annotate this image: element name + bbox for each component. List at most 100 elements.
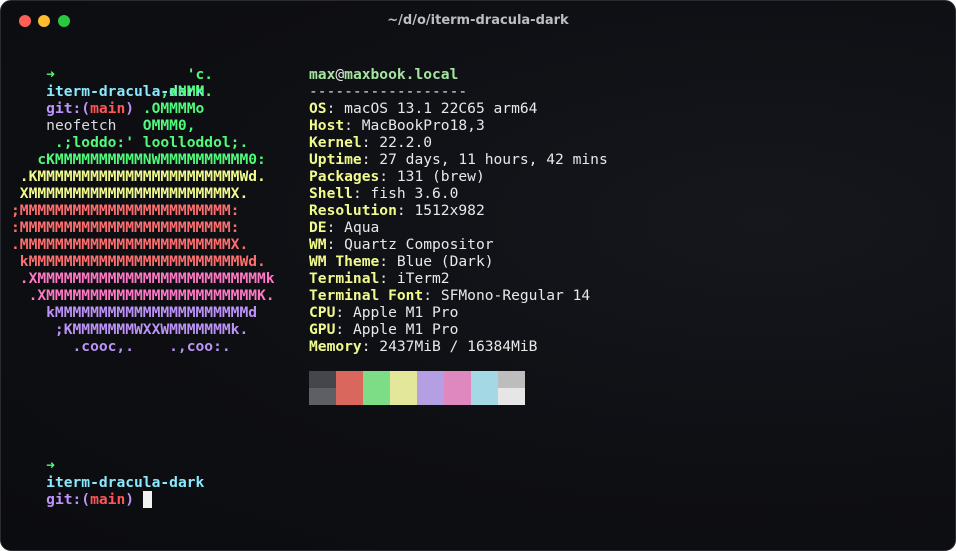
ascii-logo-line: kMMMMMMMMMMMMMMMMMMMMMMd [11, 304, 258, 321]
prompt-line-2[interactable]: ➜ iterm-dracula-dark git:(main) [11, 440, 204, 508]
palette-swatch [309, 388, 336, 405]
ascii-logo-line: :MMMMMMMMMMMMMMMMMMMMMMMM: [11, 219, 240, 236]
info-row: Packages: 131 (brew) [309, 168, 485, 185]
info-row: Shell: fish 3.6.0 [309, 185, 458, 202]
palette-swatch [471, 371, 498, 388]
info-row: Uptime: 27 days, 11 hours, 42 mins [309, 151, 608, 168]
ascii-logo-line: ;MMMMMMMMMMMMMMMMMMMMMMMM: [11, 202, 240, 219]
palette-swatch [390, 388, 417, 405]
text-cursor[interactable] [143, 491, 153, 508]
palette-swatch [309, 371, 336, 388]
info-colon: : [326, 100, 345, 117]
info-separator: ------------------ [309, 83, 468, 100]
info-key: WM Theme [309, 253, 380, 270]
title-bar: ~/d/o/iterm-dracula-dark [1, 1, 955, 41]
ascii-logo-line: kMMMMMMMMMMMMMMMMMMMMMMMMWd. [11, 253, 266, 270]
prompt-line-1: ➜ iterm-dracula-dark git:(main) neofetch [11, 49, 204, 134]
prompt-directory: iterm-dracula-dark [46, 474, 205, 491]
info-key: WM [309, 236, 327, 253]
ascii-logo-line: .MMMMMMMMMMMMMMMMMMMMMMMMX. [11, 236, 249, 253]
info-colon: : [326, 219, 345, 236]
info-key: Memory [309, 338, 362, 355]
prompt-arrow-icon: ➜ [46, 457, 55, 474]
palette-swatch [417, 388, 444, 405]
info-value: 27 days, 11 hours, 42 mins [379, 151, 608, 168]
info-key: DE [309, 219, 327, 236]
info-row: DE: Aqua [309, 219, 379, 236]
info-colon: : [352, 185, 371, 202]
info-value: iTerm2 [396, 270, 450, 287]
ascii-logo-line: .OMMMMo [11, 100, 205, 117]
info-key: Kernel [309, 134, 362, 151]
info-key: GPU [309, 321, 336, 338]
info-key: Terminal [309, 270, 380, 287]
prompt-git-prefix: git:( [46, 491, 91, 508]
info-row: Terminal: iTerm2 [309, 270, 450, 287]
info-value: Apple M1 Pro [352, 304, 459, 321]
ascii-logo-line: .XMMMMMMMMMMMMMMMMMMMMMMMMK. [11, 287, 275, 304]
info-colon: : [326, 236, 345, 253]
info-row: GPU: Apple M1 Pro [309, 321, 458, 338]
at-sign: @ [335, 66, 345, 83]
info-colon: : [335, 321, 353, 338]
terminal-window: ~/d/o/iterm-dracula-dark ➜ iterm-dracula… [0, 0, 956, 551]
info-colon: : [344, 117, 362, 134]
palette-swatch [336, 388, 363, 405]
info-value: SFMono-Regular 14 [440, 287, 591, 304]
info-colon: : [335, 304, 353, 321]
color-palette [309, 371, 525, 405]
info-value: Aqua [344, 219, 380, 236]
ascii-logo-line: XMMMMMMMMMMMMMMMMMMMMMMMX. [11, 185, 249, 202]
palette-swatch [336, 371, 363, 388]
prompt-branch: main [90, 491, 126, 508]
ascii-logo-line: .KMMMMMMMMMMMMMMMMMMMMMMMWd. [11, 168, 266, 185]
info-value: 22.2.0 [379, 134, 433, 151]
info-row: Terminal Font: SFMono-Regular 14 [309, 287, 590, 304]
info-colon: : [423, 287, 441, 304]
info-row: WM Theme: Blue (Dark) [309, 253, 494, 270]
ascii-logo-line: .cooc,. .,coo:. [11, 338, 231, 355]
info-row: CPU: Apple M1 Pro [309, 304, 458, 321]
info-key: Uptime [309, 151, 362, 168]
ascii-logo-line: .XMMMMMMMMMMMMMMMMMMMMMMMMMMk [11, 270, 275, 287]
ascii-logo-line: ;KMMMMMMMWXXWMMMMMMMk. [11, 321, 249, 338]
palette-swatch [471, 388, 498, 405]
palette-swatch [363, 371, 390, 388]
palette-swatch [444, 371, 471, 388]
prompt-git-suffix: ) [125, 491, 135, 508]
user-host: max@maxbook.local [309, 66, 458, 83]
info-colon: : [361, 338, 380, 355]
info-value: Quartz Compositor [344, 236, 494, 253]
info-key: Packages [309, 168, 380, 185]
info-key: Terminal Font [309, 287, 424, 304]
info-colon: : [396, 202, 415, 219]
info-row: Resolution: 1512x982 [309, 202, 485, 219]
palette-swatch [498, 371, 525, 388]
info-colon: : [361, 134, 380, 151]
info-value: fish 3.6.0 [370, 185, 459, 202]
palette-swatch [417, 371, 444, 388]
info-value: 1512x982 [414, 202, 485, 219]
palette-swatch [498, 388, 525, 405]
info-colon: : [379, 168, 397, 185]
info-row: Kernel: 22.2.0 [309, 134, 432, 151]
user-name: max [309, 66, 336, 83]
info-key: Resolution [309, 202, 397, 219]
info-value: MacBookPro18,3 [361, 117, 485, 134]
info-value: 131 (brew) [396, 168, 485, 185]
info-key: OS [309, 100, 327, 117]
info-colon: : [379, 253, 397, 270]
palette-swatch [390, 371, 417, 388]
info-colon: : [361, 151, 380, 168]
palette-swatch [444, 388, 471, 405]
info-value: Blue (Dark) [396, 253, 494, 270]
window-title: ~/d/o/iterm-dracula-dark [387, 13, 569, 28]
info-value: macOS 13.1 22C65 arm64 [344, 100, 538, 117]
info-key: Host [309, 117, 345, 134]
info-row: OS: macOS 13.1 22C65 arm64 [309, 100, 537, 117]
info-value: Apple M1 Pro [352, 321, 459, 338]
ascii-logo-line: 'c. [11, 66, 214, 83]
info-colon: : [379, 270, 397, 287]
info-row: Host: MacBookPro18,3 [309, 117, 485, 134]
ascii-logo-line: .;loddo:' loolloddol;. [11, 134, 249, 151]
